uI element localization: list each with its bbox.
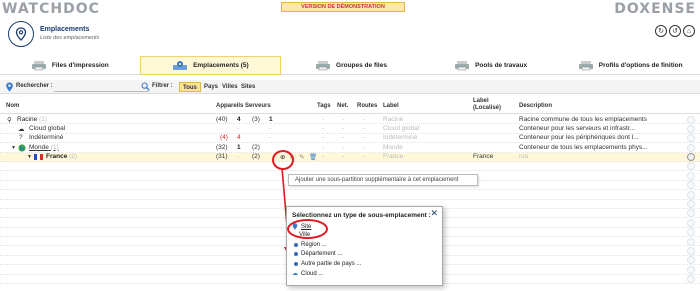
finishing-icon (578, 60, 593, 70)
row-name: Monde (1) (29, 143, 59, 151)
filter-chip-sites[interactable]: Sites (238, 82, 258, 92)
row-action-button[interactable] (687, 265, 695, 274)
tooltip: Ajouter une sous-partition supplémentair… (288, 174, 478, 186)
france-flag-icon (34, 154, 43, 162)
table-row[interactable]: ▼ Monde (1) (32) 1 (2) - - - Monde Conte… (0, 143, 700, 153)
col-routes[interactable]: Routes (357, 103, 377, 109)
close-icon[interactable]: ✕ (430, 208, 438, 219)
col-description[interactable]: Description (519, 103, 552, 109)
question-icon: ? (19, 134, 23, 142)
row-action-button[interactable] (687, 115, 695, 124)
tab-locations[interactable]: Emplacements (5) (139, 56, 282, 75)
col-label-localized[interactable]: Label (Localisé) (473, 98, 509, 112)
back-icon[interactable]: ↺ (669, 25, 681, 37)
empty-row (0, 162, 700, 172)
demo-banner: VERSION DE DÉMONSTRATION (281, 2, 405, 12)
col-devices[interactable]: Appareils (216, 103, 243, 109)
row-action-button[interactable] (687, 200, 695, 209)
col-net[interactable]: Net. (337, 103, 348, 109)
row-action-button[interactable] (687, 143, 695, 152)
option-region[interactable]: Région ... (292, 242, 327, 248)
delete-icon[interactable]: 🗑 (309, 153, 317, 161)
row-action-button[interactable] (687, 209, 695, 218)
tab-print-queues[interactable]: Files d'impression (0, 56, 140, 75)
table-header: Nom Appareils Serveurs Tags Net. Routes … (0, 97, 700, 114)
table-row[interactable]: ⚲ Racine (1) (40) 4 (3) 1 - - - Racine R… (0, 115, 700, 125)
row-action-button[interactable] (687, 171, 695, 180)
page-subtitle: Liste des emplacements (40, 35, 100, 41)
tab-finishing-profiles[interactable]: Profils d'options de finition (560, 56, 700, 75)
cloud-icon: ☁ (18, 125, 25, 133)
row-action-button[interactable] (687, 190, 695, 199)
pool-icon (455, 60, 470, 70)
option-other-part[interactable]: Autre partie de pays ... (292, 261, 361, 267)
top-bar: WATCHDOC VERSION DE DÉMONSTRATION DOXENS… (0, 0, 700, 17)
printer-group-icon (316, 60, 331, 70)
chevron-down-icon[interactable]: ▼ (27, 154, 32, 160)
row-action-button[interactable] (687, 256, 695, 265)
printer-icon (31, 60, 46, 70)
option-department[interactable]: Département ... (292, 251, 342, 257)
row-action-button[interactable] (687, 134, 695, 143)
row-action-button[interactable] (687, 162, 695, 171)
search-bar: Rechercher : Filtrer : Tous Pays Villes … (0, 80, 700, 94)
filter-label: Filtrer : (152, 83, 173, 89)
tab-job-pools[interactable]: Pools de travaux (420, 56, 561, 75)
row-action-button[interactable] (687, 237, 695, 246)
col-tags[interactable]: Tags (317, 103, 331, 109)
tree-root-icon: ⚲ (7, 116, 12, 124)
search-input[interactable] (54, 82, 149, 92)
locations-icon (173, 61, 188, 70)
row-action-button[interactable] (687, 218, 695, 227)
row-action-button[interactable] (687, 246, 695, 255)
col-servers[interactable]: Serveurs (245, 103, 271, 109)
chevron-down-icon[interactable]: ▼ (11, 145, 16, 151)
table-row[interactable]: ? Indéterminé (4) 4 - - - - Indéterminé … (0, 134, 700, 144)
location-pin-icon (6, 82, 13, 92)
watchdoc-logo: WATCHDOC (2, 1, 100, 17)
page-title: Emplacements (40, 26, 90, 33)
sublocation-type-popup: Sélectionnez un type de sous-emplacement… (286, 206, 443, 286)
search-icon[interactable] (141, 82, 150, 91)
edit-icon[interactable]: ✎ (299, 153, 304, 161)
table-row[interactable]: ☁ Cloud global - - - - - Cloud global Co… (0, 124, 700, 134)
doxense-logo: DOXENSE (614, 1, 696, 17)
location-pin-icon (8, 21, 34, 47)
dot-icon (294, 252, 298, 256)
table-row[interactable]: ▼ France (2) (31) - (2) ⊕ Tₗ ✎ 🗑 - - - F… (0, 152, 700, 162)
dot-icon (294, 243, 298, 247)
option-cloud[interactable]: ☁ Cloud ... (292, 270, 323, 278)
tab-bar: Files d'impression Emplacements (5) Grou… (0, 56, 700, 75)
col-name[interactable]: Nom (6, 103, 19, 109)
dot-icon (294, 262, 298, 266)
home-icon[interactable]: ⌂ (683, 25, 695, 37)
page-header: Emplacements Liste des emplacements ↻ ↺ … (0, 17, 700, 53)
row-name: Racine (1) (17, 115, 47, 123)
filter-chip-countries[interactable]: Pays (201, 82, 221, 92)
empty-row (0, 190, 700, 200)
row-action-button[interactable] (687, 228, 695, 237)
tab-queue-groups[interactable]: Groupes de files (281, 56, 421, 75)
popup-title: Sélectionnez un type de sous-emplacement… (292, 212, 431, 219)
refresh-icon[interactable]: ↻ (655, 25, 667, 37)
row-action-button[interactable] (687, 124, 695, 133)
row-action-button[interactable] (687, 153, 695, 162)
search-label: Rechercher : (16, 83, 53, 89)
cloud-icon: ☁ (292, 271, 298, 277)
row-action-button[interactable] (687, 275, 695, 284)
row-name: France (2) (46, 153, 78, 161)
annotation-circle (287, 219, 328, 239)
row-action-button[interactable] (687, 181, 695, 190)
filter-chip-all[interactable]: Tous (179, 82, 201, 92)
col-label[interactable]: Label (383, 103, 399, 109)
